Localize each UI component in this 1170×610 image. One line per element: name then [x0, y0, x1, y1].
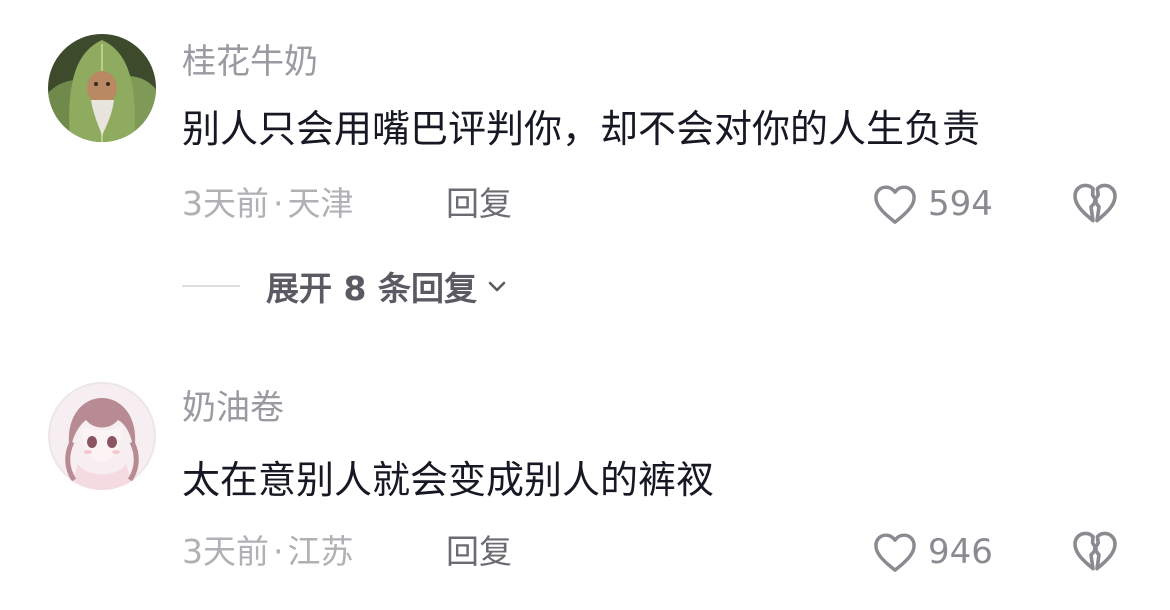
- like-count: 946: [928, 532, 993, 572]
- dislike-button[interactable]: [1071, 529, 1119, 575]
- username[interactable]: 奶油卷: [182, 388, 284, 428]
- avatar[interactable]: [48, 382, 156, 490]
- comment-location: 江苏: [287, 532, 354, 571]
- comment-item: 奶油卷 太在意别人就会变成别人的裤衩 3天前 · 江苏 回复 946: [0, 0, 1170, 610]
- broken-heart-icon: [1071, 531, 1119, 577]
- comment-time: 3天前: [182, 532, 269, 571]
- heart-outline-icon: [872, 531, 918, 573]
- comment-list: 桂花牛奶 别人只会用嘴巴评判你，却不会对你的人生负责 3天前 · 天津 回复 594: [0, 0, 1170, 610]
- comment-text: 太在意别人就会变成别人的裤衩: [182, 458, 715, 502]
- like-button[interactable]: 946: [872, 529, 993, 575]
- comment-meta: 3天前 · 江苏: [182, 532, 354, 572]
- reply-button[interactable]: 回复: [446, 532, 512, 572]
- meta-separator: ·: [273, 532, 284, 571]
